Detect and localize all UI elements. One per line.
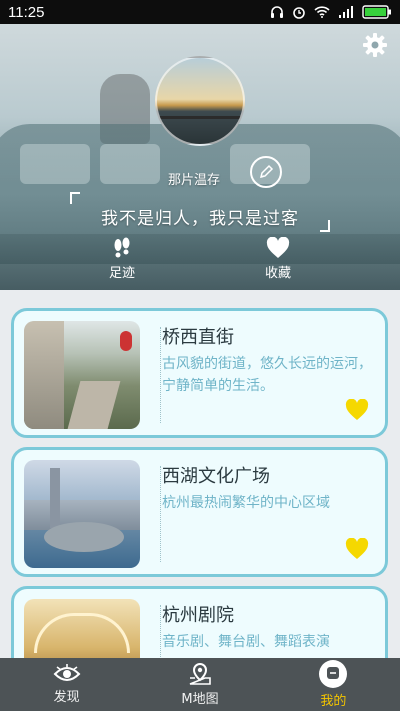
photo-tower bbox=[50, 468, 60, 528]
favorite-heart-icon[interactable] bbox=[345, 538, 369, 560]
profile-icon bbox=[319, 660, 348, 688]
avatar[interactable] bbox=[155, 56, 245, 146]
wifi-icon bbox=[314, 6, 330, 18]
tab-me[interactable]: 我的 bbox=[267, 658, 400, 711]
tab-label: M地图 bbox=[181, 692, 219, 707]
status-bar: 11:25 bbox=[0, 0, 400, 24]
bottom-nav: 发现 M地图 我的 bbox=[0, 658, 400, 711]
place-description: 音乐剧、舞台剧、舞蹈表演 bbox=[162, 634, 330, 650]
place-title: 西湖文化广场 bbox=[162, 466, 270, 487]
photo-path bbox=[67, 381, 121, 429]
card-divider bbox=[160, 327, 161, 423]
heart-icon bbox=[266, 237, 290, 258]
quote-open-mark bbox=[70, 192, 80, 204]
profile-glyph-icon bbox=[327, 667, 340, 679]
favorite-heart-icon[interactable] bbox=[345, 399, 369, 421]
footprints-button[interactable]: 足迹 bbox=[92, 237, 152, 281]
list-item[interactable]: 西湖文化广场 杭州最热闹繁华的中心区域 bbox=[11, 447, 388, 577]
favorites-button[interactable]: 收藏 bbox=[248, 237, 308, 281]
photo-arch bbox=[34, 613, 130, 653]
signal-icon bbox=[339, 6, 353, 18]
quote-close-mark bbox=[320, 220, 330, 232]
motto: 我不是归人，我只是过客 bbox=[70, 192, 330, 232]
place-description: 古风貌的街道，悠久长远的运河，宁静简单的生活。 bbox=[162, 356, 372, 394]
alarm-icon bbox=[293, 7, 305, 19]
photo-plaza bbox=[44, 522, 124, 552]
footprints-label: 足迹 bbox=[108, 266, 135, 281]
van-window bbox=[100, 144, 160, 184]
list-item[interactable]: 杭州剧院 音乐剧、舞台剧、舞蹈表演 bbox=[11, 586, 388, 658]
status-time: 11:25 bbox=[8, 3, 45, 21]
avatar-pier bbox=[157, 116, 243, 119]
map-pin-icon bbox=[189, 662, 211, 685]
motto-text: 我不是归人，我只是过客 bbox=[101, 209, 299, 229]
edit-profile-button[interactable] bbox=[250, 156, 282, 188]
background-ground bbox=[0, 234, 400, 290]
list-item[interactable]: 桥西直街 古风貌的街道，悠久长远的运河，宁静简单的生活。 bbox=[11, 308, 388, 438]
place-photo bbox=[24, 599, 140, 658]
card-divider bbox=[160, 466, 161, 562]
tab-label: 发现 bbox=[53, 690, 80, 705]
place-photo bbox=[24, 321, 140, 429]
favorites-label: 收藏 bbox=[264, 266, 291, 281]
profile-header: 那片温存 我不是归人，我只是过客 足迹 收藏 bbox=[0, 24, 400, 290]
tab-map[interactable]: M地图 bbox=[133, 658, 266, 711]
pencil-icon bbox=[259, 164, 274, 179]
eye-icon bbox=[53, 664, 81, 681]
username: 那片温存 bbox=[168, 173, 221, 188]
card-divider bbox=[160, 605, 161, 658]
headphones-icon bbox=[271, 6, 283, 18]
status-icons bbox=[270, 5, 392, 19]
place-description: 杭州最热闹繁华的中心区域 bbox=[162, 495, 330, 511]
photo-wall bbox=[24, 321, 64, 429]
battery-icon bbox=[362, 5, 391, 19]
gear-icon[interactable] bbox=[362, 32, 388, 58]
tab-label: 我的 bbox=[320, 694, 347, 709]
photo-lantern bbox=[120, 331, 132, 351]
favorites-list[interactable]: 桥西直街 古风貌的街道，悠久长远的运河，宁静简单的生活。 西湖文化广场 杭州最热… bbox=[0, 290, 400, 658]
van-window bbox=[20, 144, 90, 184]
place-title: 杭州剧院 bbox=[162, 605, 234, 626]
place-photo bbox=[24, 460, 140, 568]
place-title: 桥西直街 bbox=[162, 327, 234, 348]
footprints-icon bbox=[114, 237, 130, 258]
tab-discover[interactable]: 发现 bbox=[0, 658, 133, 711]
